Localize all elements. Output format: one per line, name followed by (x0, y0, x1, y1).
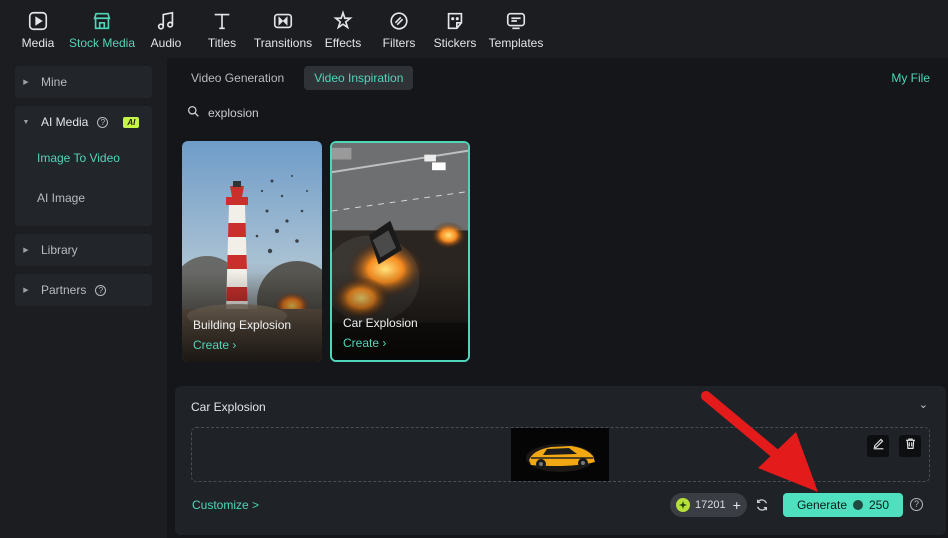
trash-icon (904, 437, 917, 455)
toolbar-audio[interactable]: Audio (140, 0, 192, 58)
customize-link[interactable]: Customize > (192, 498, 259, 512)
chevron-right-icon: ▶ (23, 287, 29, 294)
stock-media-icon (90, 9, 114, 33)
media-icon (26, 9, 50, 33)
sidebar: ▶ Mine ▼ AI Media ? AI Image To Video AI… (0, 58, 167, 538)
panel-title: Car Explosion (191, 400, 266, 414)
sidebar-item-ai-media[interactable]: ▼ AI Media ? AI (15, 106, 152, 138)
sidebar-item-mine[interactable]: ▶ Mine (15, 66, 152, 98)
inspiration-card-building-explosion[interactable]: Building Explosion Create › (182, 141, 322, 362)
tab-video-inspiration[interactable]: Video Inspiration (304, 66, 414, 90)
credit-coin-icon (853, 500, 863, 510)
car-image-preview (511, 428, 609, 481)
audio-icon (154, 9, 178, 33)
generate-button[interactable]: Generate 250 (783, 493, 903, 517)
my-file-link[interactable]: My File (891, 71, 930, 85)
search-input[interactable]: explosion (208, 106, 259, 120)
ai-badge: AI (123, 116, 140, 128)
toolbar-effects[interactable]: Effects (314, 0, 372, 58)
tab-bar: Video Generation Video Inspiration (181, 66, 414, 90)
main-content: Video Generation Video Inspiration My Fi… (167, 58, 948, 538)
search-bar[interactable]: explosion (187, 105, 259, 121)
sidebar-item-partners[interactable]: ▶ Partners ? (15, 274, 152, 306)
inspiration-card-car-explosion[interactable]: Car Explosion Create › (330, 141, 470, 362)
sidebar-item-library[interactable]: ▶ Library (15, 234, 152, 266)
help-icon[interactable]: ? (95, 284, 107, 296)
edit-button[interactable] (867, 435, 889, 457)
sidebar-item-ai-image[interactable]: AI Image (15, 178, 152, 218)
help-icon[interactable]: ? (97, 116, 109, 128)
chevron-down-icon[interactable]: ⌄ (919, 398, 928, 411)
sidebar-item-image-to-video[interactable]: Image To Video (15, 138, 152, 178)
templates-icon (504, 9, 528, 33)
create-link[interactable]: Create › (193, 338, 236, 352)
help-icon[interactable]: ? (910, 498, 923, 511)
chevron-right-icon: ▶ (23, 247, 29, 254)
sidebar-group-ai-media: ▼ AI Media ? AI Image To Video AI Image (15, 106, 152, 226)
chevron-right-icon: ▶ (23, 79, 29, 86)
generation-panel: Car Explosion ⌄ Customize > 17201 + Gene… (175, 386, 946, 535)
add-credits-icon[interactable]: + (733, 497, 741, 513)
credits-balance[interactable]: 17201 + (670, 493, 747, 517)
titles-icon (210, 9, 234, 33)
tab-video-generation[interactable]: Video Generation (181, 66, 294, 90)
search-icon (187, 105, 200, 121)
credit-coin-icon (676, 498, 690, 512)
toolbar-stickers[interactable]: Stickers (426, 0, 484, 58)
toolbar-media[interactable]: Media (12, 0, 64, 58)
transitions-icon (271, 9, 295, 33)
image-dropzone[interactable] (191, 427, 930, 482)
top-toolbar: Media Stock Media Audio Titles Transitio… (0, 0, 948, 58)
app-window: Media Stock Media Audio Titles Transitio… (0, 0, 948, 538)
toolbar-titles[interactable]: Titles (192, 0, 252, 58)
delete-button[interactable] (899, 435, 921, 457)
pencil-icon (872, 437, 885, 455)
stickers-icon (443, 9, 467, 33)
toolbar-templates[interactable]: Templates (484, 0, 548, 58)
refresh-icon[interactable] (755, 498, 769, 512)
chevron-down-icon: ▼ (22, 118, 30, 126)
toolbar-transitions[interactable]: Transitions (252, 0, 314, 58)
filters-icon (387, 9, 411, 33)
effects-icon (331, 9, 355, 33)
create-link[interactable]: Create › (343, 336, 386, 350)
toolbar-filters[interactable]: Filters (372, 0, 426, 58)
toolbar-stock-media[interactable]: Stock Media (64, 0, 140, 58)
